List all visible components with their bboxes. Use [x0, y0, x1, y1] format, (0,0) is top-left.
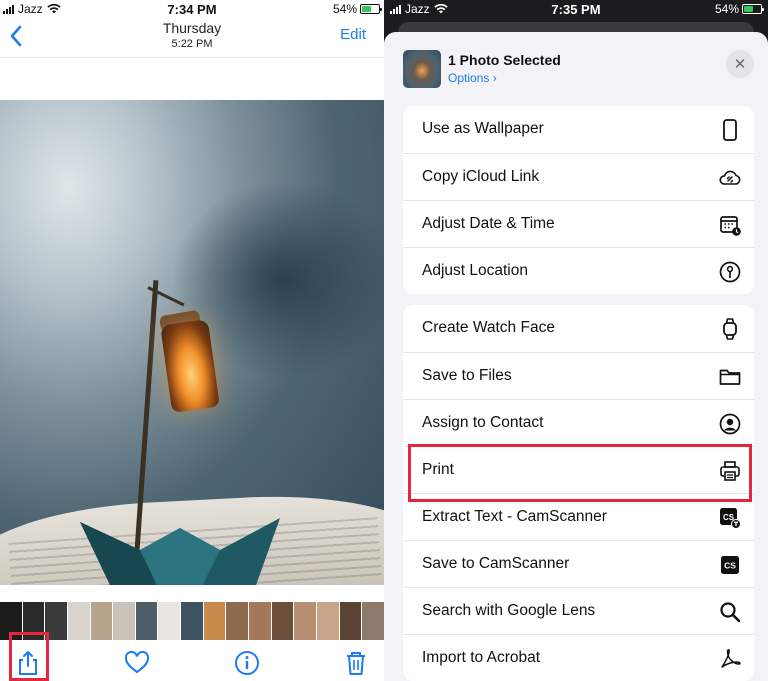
camscanner-text-icon: CS	[720, 508, 741, 529]
photo-nav-bar: Thursday 5:22 PM Edit	[0, 16, 384, 58]
action-use-as-wallpaper[interactable]: Use as Wallpaper	[403, 106, 754, 153]
action-label: Save to CamScanner	[422, 555, 570, 572]
action-save-to-camscanner[interactable]: Save to CamScanner CS	[403, 540, 754, 587]
battery-percent: 54%	[714, 2, 739, 16]
action-create-watch-face[interactable]: Create Watch Face	[403, 305, 754, 352]
heart-icon[interactable]	[124, 650, 150, 676]
calendar-clock-icon	[720, 216, 741, 236]
thumbnail-strip[interactable]	[0, 602, 384, 640]
photo-toolbar	[0, 640, 384, 681]
photos-panel: Jazz 7:34 PM 54% Thursday 5:22 PM Edit	[0, 0, 384, 681]
status-time: 7:35 PM	[551, 2, 601, 17]
status-bar-dark: Jazz 7:35 PM 54%	[384, 0, 768, 18]
contact-icon	[719, 413, 741, 435]
share-button-highlight	[9, 632, 49, 681]
action-copy-icloud-link[interactable]: Copy iCloud Link	[403, 153, 754, 200]
status-time: 7:34 PM	[167, 2, 217, 17]
status-bar: Jazz 7:34 PM 54%	[0, 0, 384, 17]
photo-thumbnail[interactable]	[249, 602, 271, 640]
close-button[interactable]: ✕	[726, 50, 754, 78]
share-sheet-header: 1 Photo Selected Options › ✕	[384, 32, 768, 102]
photo-date-title: Thursday	[162, 20, 222, 36]
photo-thumbnail[interactable]	[181, 602, 203, 640]
action-label: Use as Wallpaper	[422, 120, 544, 137]
acrobat-icon	[721, 649, 741, 668]
action-adjust-location[interactable]: Adjust Location	[403, 247, 754, 294]
action-label: Adjust Date & Time	[422, 215, 555, 232]
actions-group-1: Use as Wallpaper Copy iCloud Link Adjust D…	[403, 106, 754, 294]
photo-thumbnail[interactable]	[226, 602, 249, 640]
action-adjust-date-time[interactable]: Adjust Date & Time	[403, 200, 754, 247]
action-label: Import to Acrobat	[422, 649, 541, 666]
action-label: Assign to Contact	[422, 414, 544, 431]
phone-icon	[723, 119, 737, 141]
action-label: Save to Files	[422, 367, 512, 384]
photo-thumbnail[interactable]	[294, 602, 316, 640]
folder-icon	[719, 369, 741, 385]
camscanner-icon: CS	[721, 556, 739, 574]
photo-time-subtitle: 5:22 PM	[171, 38, 213, 50]
share-sheet-panel: Jazz 7:35 PM 54% 1 Photo Selected Option…	[384, 0, 768, 681]
selection-title: 1 Photo Selected	[448, 52, 561, 68]
photo-thumbnail[interactable]	[158, 602, 181, 640]
action-save-to-files[interactable]: Save to Files	[403, 352, 754, 399]
action-label: Search with Google Lens	[422, 602, 596, 619]
close-icon: ✕	[733, 56, 747, 73]
share-sheet: 1 Photo Selected Options › ✕ Use as Wall…	[384, 32, 768, 681]
info-icon[interactable]	[234, 650, 260, 676]
battery-icon	[742, 4, 764, 14]
location-info-icon	[719, 261, 741, 283]
watch-icon	[723, 318, 737, 340]
photo-thumbnail[interactable]	[362, 602, 384, 640]
photo-thumbnail[interactable]	[67, 602, 90, 640]
battery-percent: 54%	[332, 2, 357, 16]
action-search-with-google-lens[interactable]: Search with Google Lens	[403, 587, 754, 634]
photo-thumbnail[interactable]	[135, 602, 158, 640]
photo-thumbnail[interactable]	[339, 602, 362, 640]
action-label: Create Watch Face	[422, 319, 555, 336]
photo-thumbnail[interactable]	[90, 602, 113, 640]
photo-viewer[interactable]	[0, 100, 384, 585]
svg-text:CS: CS	[724, 561, 736, 571]
photo-thumbnail[interactable]	[203, 602, 226, 640]
photo-thumbnail[interactable]	[113, 602, 135, 640]
trash-icon[interactable]	[343, 650, 369, 676]
cloud-link-icon	[719, 170, 741, 185]
options-link[interactable]: Options ›	[448, 71, 497, 85]
action-import-to-acrobat[interactable]: Import to Acrobat	[403, 634, 754, 681]
battery-icon	[360, 4, 382, 14]
selected-photo-thumbnail	[403, 50, 441, 88]
photo-thumbnail[interactable]	[316, 602, 339, 640]
search-icon	[720, 602, 741, 623]
battery-group: 54%	[332, 2, 382, 16]
battery-group-dark: 54%	[714, 2, 764, 16]
print-highlight	[408, 444, 752, 502]
action-label: Adjust Location	[422, 262, 528, 279]
edit-button[interactable]: Edit	[340, 26, 366, 43]
action-label: Copy iCloud Link	[422, 168, 540, 185]
photo-thumbnail[interactable]	[271, 602, 294, 640]
action-assign-to-contact[interactable]: Assign to Contact	[403, 399, 754, 446]
action-label: Extract Text - CamScanner	[422, 508, 607, 525]
